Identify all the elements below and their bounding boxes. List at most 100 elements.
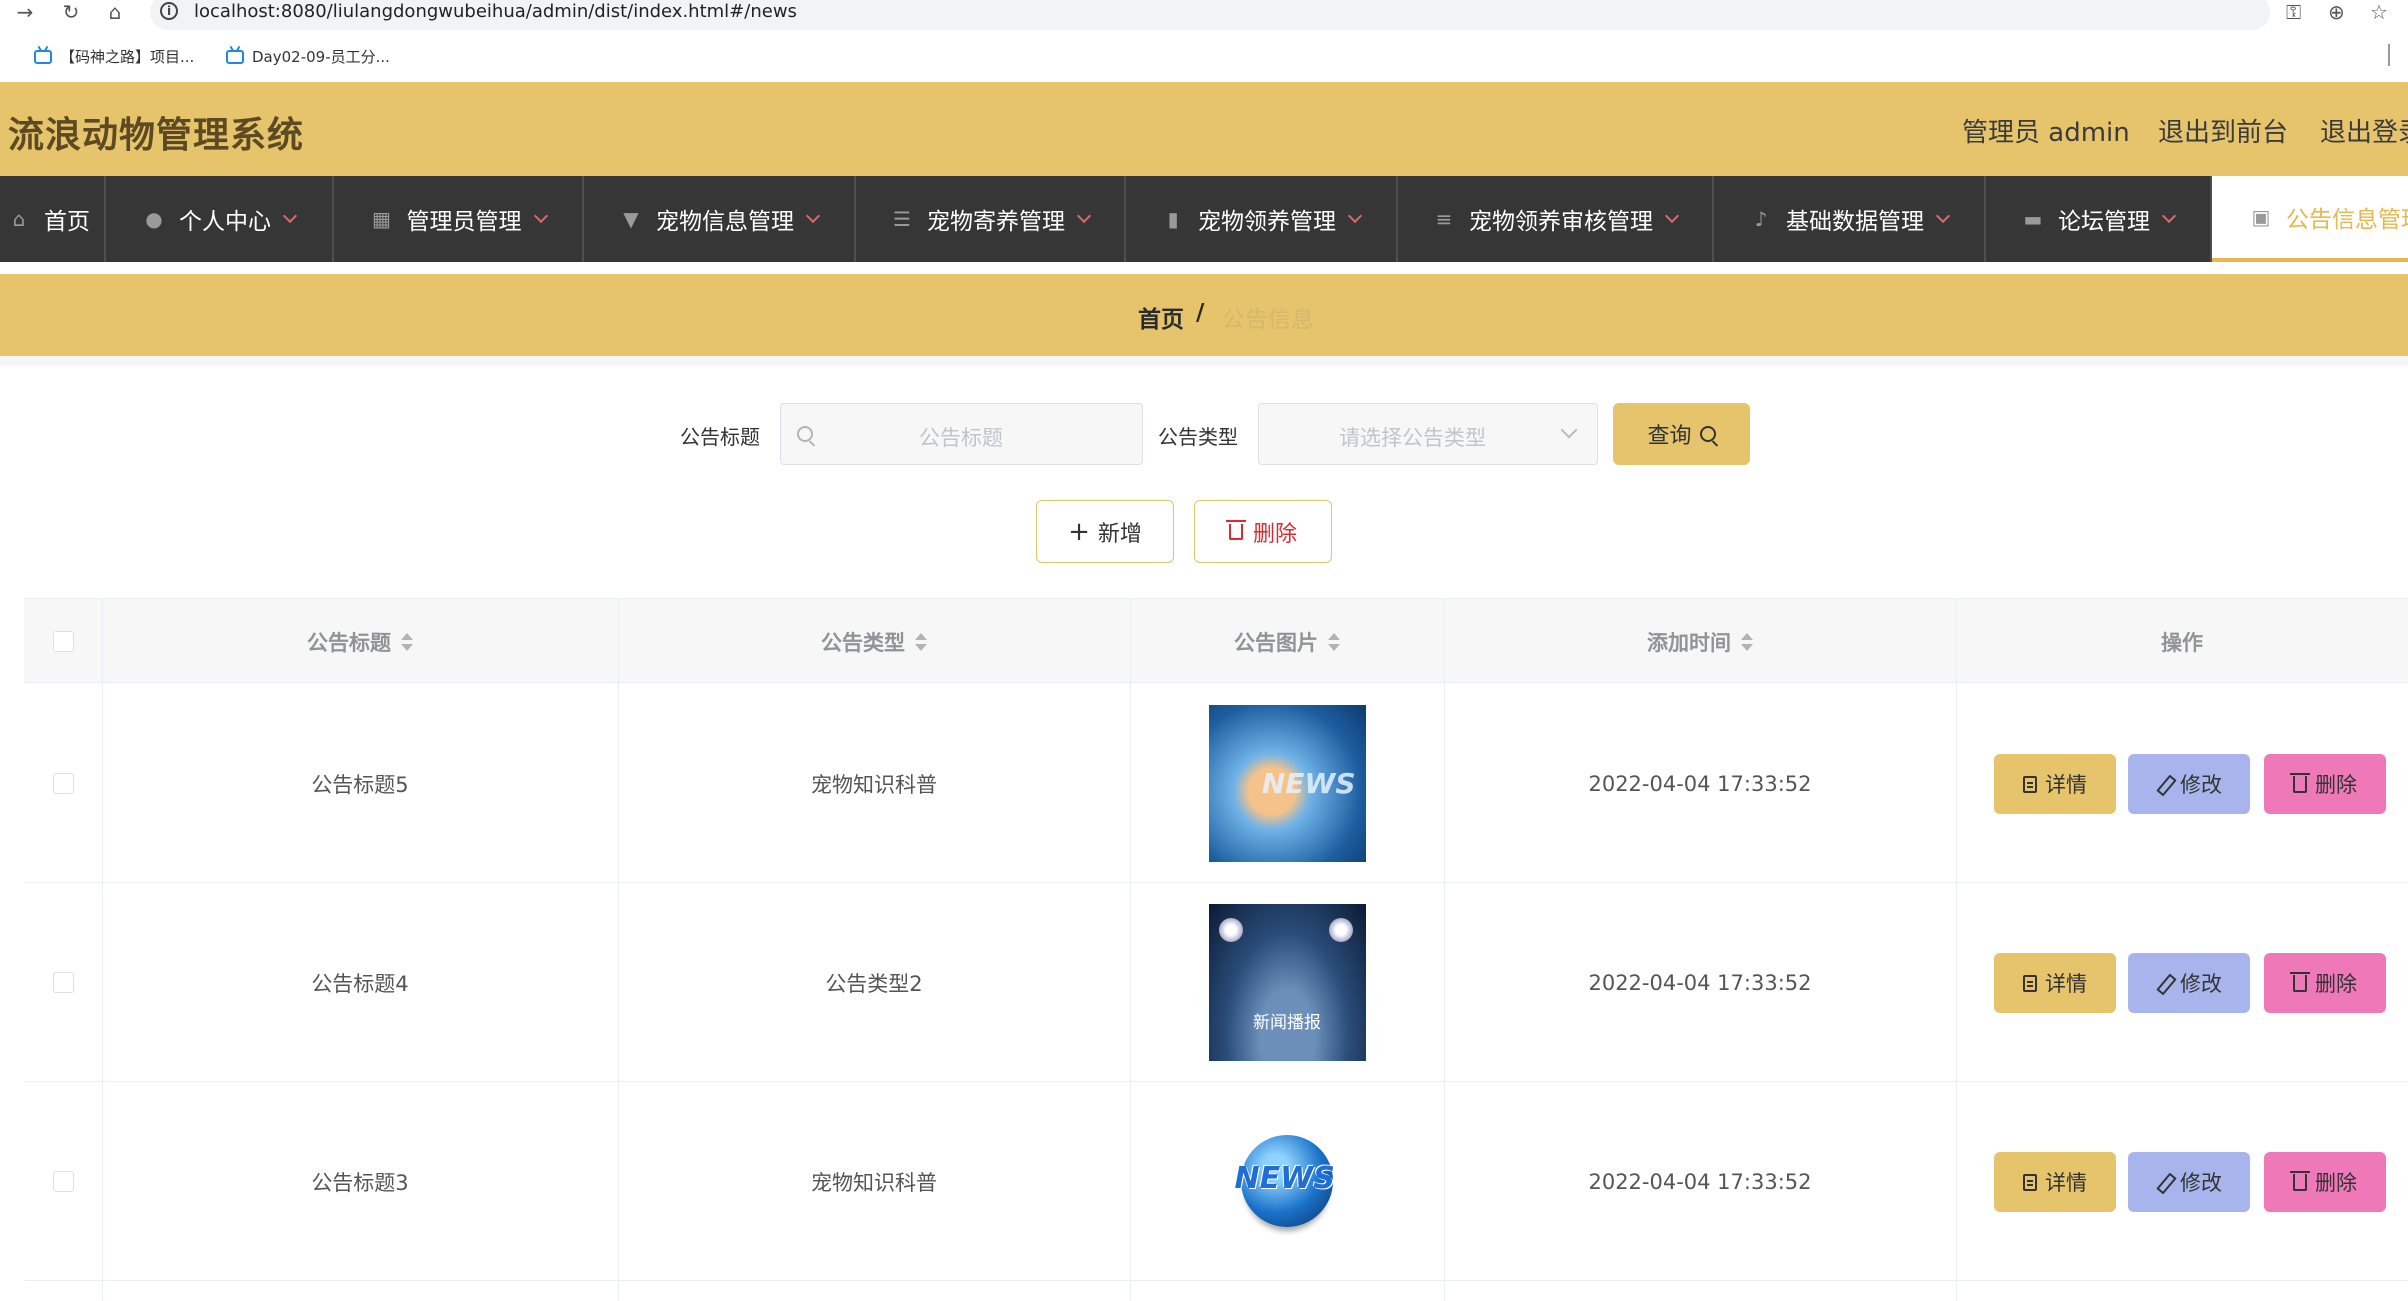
pencil-icon xyxy=(2156,975,2172,991)
edit-button[interactable]: 修改 xyxy=(2128,754,2250,814)
breadcrumb-current: 公告信息 xyxy=(1222,307,1314,333)
sort-icon[interactable] xyxy=(915,632,927,652)
sort-icon[interactable] xyxy=(401,632,413,652)
column-header-actions: 操作 xyxy=(2161,630,2203,655)
delete-button[interactable]: 删除 xyxy=(2264,754,2386,814)
key-icon[interactable]: ⚿ xyxy=(2286,0,2301,24)
home-icon[interactable]: ⌂ xyxy=(104,1,126,23)
cell-time: 2022-04-04 17:33:52 xyxy=(1588,1169,1812,1194)
zoom-icon[interactable]: ⊕ xyxy=(2328,0,2345,24)
menu-item-pet-adopt[interactable]: ▮ 宠物领养管理 xyxy=(1126,176,1398,262)
row-checkbox[interactable] xyxy=(52,972,74,993)
site-info-icon[interactable]: i xyxy=(160,2,178,20)
table-row: 公告标题5 宠物知识科普 NEWS 2022-04-04 17:33:52 详情… xyxy=(24,684,2408,883)
add-button[interactable]: + 新增 xyxy=(1036,500,1174,563)
search-icon xyxy=(1699,426,1716,442)
document-icon xyxy=(2023,974,2037,992)
bookmark-item[interactable]: 【码神之路】项目... xyxy=(34,46,194,67)
column-divider xyxy=(102,598,103,1301)
column-divider xyxy=(1956,598,1957,1301)
detail-button[interactable]: 详情 xyxy=(1994,1152,2116,1212)
menu-item-home[interactable]: ⌂ 首页 xyxy=(0,176,106,262)
edit-button[interactable]: 修改 xyxy=(2128,1152,2250,1212)
cell-time: 2022-04-04 17:33:52 xyxy=(1588,970,1812,995)
breadcrumb-home[interactable]: 首页 xyxy=(1138,300,1184,334)
url-text[interactable]: localhost:8080/liulangdongwubeihua/admin… xyxy=(194,0,797,24)
delete-button[interactable]: 删除 xyxy=(2264,953,2386,1013)
chevron-down-icon xyxy=(1347,208,1363,224)
menu-spacer xyxy=(0,262,2408,274)
detail-button[interactable]: 详情 xyxy=(1994,953,2116,1013)
menu-item-adopt-review[interactable]: ≡ 宠物领养审核管理 xyxy=(1398,176,1714,262)
menu-item-admin[interactable]: ▦ 管理员管理 xyxy=(334,176,584,262)
menu-item-pet-info[interactable]: ▼ 宠物信息管理 xyxy=(584,176,856,262)
trash-icon xyxy=(2290,971,2310,992)
table-header: 公告标题 公告类型 公告图片 添加时间 操作 xyxy=(24,598,2408,683)
delete-button[interactable]: 删除 xyxy=(2264,1152,2386,1212)
breadcrumb-separator: / xyxy=(1196,300,1205,326)
list-icon: ≡ xyxy=(1435,207,1453,231)
bilibili-icon xyxy=(34,49,52,64)
detail-button[interactable]: 详情 xyxy=(1994,754,2116,814)
menu-item-base-data[interactable]: ♪ 基础数据管理 xyxy=(1714,176,1986,262)
current-user: 管理员 admin xyxy=(1962,118,2130,148)
column-divider xyxy=(1130,598,1131,1301)
app-title: 流浪动物管理系统 xyxy=(8,115,305,156)
mic-icon: ♪ xyxy=(1754,207,1768,231)
chart-icon: ▮ xyxy=(1167,207,1179,231)
menu-item-announcements[interactable]: ▣公告信息管理 xyxy=(2212,176,2408,262)
bookmark-item[interactable]: Day02-09-员工分... xyxy=(226,46,390,67)
document-icon xyxy=(2023,1173,2037,1191)
menu-item-forum[interactable]: ▬ 论坛管理 xyxy=(1986,176,2212,262)
title-filter-label: 公告标题 xyxy=(680,425,760,449)
column-header-type[interactable]: 公告类型 xyxy=(618,599,1130,684)
column-header-title[interactable]: 公告标题 xyxy=(102,599,618,684)
table-row: 公告标题4 公告类型2 新闻播报 2022-04-04 17:33:52 详情 … xyxy=(24,883,2408,1082)
chat-icon: ▬ xyxy=(2023,207,2043,231)
trash-icon xyxy=(2290,772,2310,793)
bookmarks-divider xyxy=(2388,44,2390,66)
row-checkbox[interactable] xyxy=(52,1171,74,1192)
column-header-image[interactable]: 公告图片 xyxy=(1130,599,1444,684)
cell-title: 公告标题3 xyxy=(311,1170,409,1195)
main-menu: ⌂ 首页 ● 个人中心 ▦ 管理员管理 ▼ 宠物信息管理 ☰ 宠物寄养管理 ▮ 宠物领养管理… xyxy=(0,176,2408,262)
spotlight-icon xyxy=(1328,918,1353,942)
pencil-icon xyxy=(2156,1174,2172,1190)
column-divider xyxy=(1444,598,1445,1301)
select-all-checkbox[interactable] xyxy=(52,631,74,652)
star-icon[interactable]: ☆ xyxy=(2370,0,2388,24)
bookmarks-bar: 【码神之路】项目... Day02-09-员工分... xyxy=(0,34,2408,82)
menu-item-pet-foster[interactable]: ☰ 宠物寄养管理 xyxy=(856,176,1126,262)
query-button[interactable]: 查询 xyxy=(1613,403,1750,465)
trash-icon xyxy=(2290,1170,2310,1191)
app-header: 流浪动物管理系统 管理员 admin 退出到前台 退出登录 xyxy=(0,82,2408,176)
logout-link[interactable]: 退出登录 xyxy=(2320,112,2408,149)
title-search-input[interactable]: 公告标题 xyxy=(780,403,1143,465)
batch-delete-button[interactable]: 删除 xyxy=(1194,500,1332,563)
chevron-down-icon xyxy=(1076,208,1092,224)
chevron-down-icon xyxy=(1935,208,1951,224)
news-image[interactable]: NEWS xyxy=(1208,1103,1366,1260)
spotlight-icon xyxy=(1218,918,1243,942)
table-row: 公告标题3 宠物知识科普 NEWS 2022-04-04 17:33:52 详情… xyxy=(24,1082,2408,1281)
trash-icon xyxy=(1225,519,1246,540)
brush-icon: ▼ xyxy=(623,207,639,231)
sort-icon[interactable] xyxy=(1328,632,1340,652)
menu-item-profile[interactable]: ● 个人中心 xyxy=(106,176,334,262)
column-header-time[interactable]: 添加时间 xyxy=(1444,599,1956,684)
reload-icon[interactable]: ↻ xyxy=(60,1,82,23)
forward-arrow-icon[interactable]: → xyxy=(14,1,36,23)
sliders-icon: ☰ xyxy=(893,207,911,231)
select-all-cell xyxy=(24,599,102,684)
browser-toolbar: → ↻ ⌂ i localhost:8080/liulangdongwubeih… xyxy=(0,0,2408,34)
chevron-down-icon xyxy=(2161,208,2177,224)
news-image[interactable]: NEWS xyxy=(1208,705,1366,862)
news-image[interactable]: 新闻播报 xyxy=(1208,904,1366,1061)
chevron-down-icon xyxy=(1560,421,1578,439)
edit-button[interactable]: 修改 xyxy=(2128,953,2250,1013)
row-checkbox[interactable] xyxy=(52,773,74,794)
type-select[interactable]: 请选择公告类型 xyxy=(1258,403,1598,465)
exit-to-front-link[interactable]: 退出到前台 xyxy=(2158,112,2288,149)
content-divider xyxy=(0,356,2408,366)
sort-icon[interactable] xyxy=(1741,632,1753,652)
